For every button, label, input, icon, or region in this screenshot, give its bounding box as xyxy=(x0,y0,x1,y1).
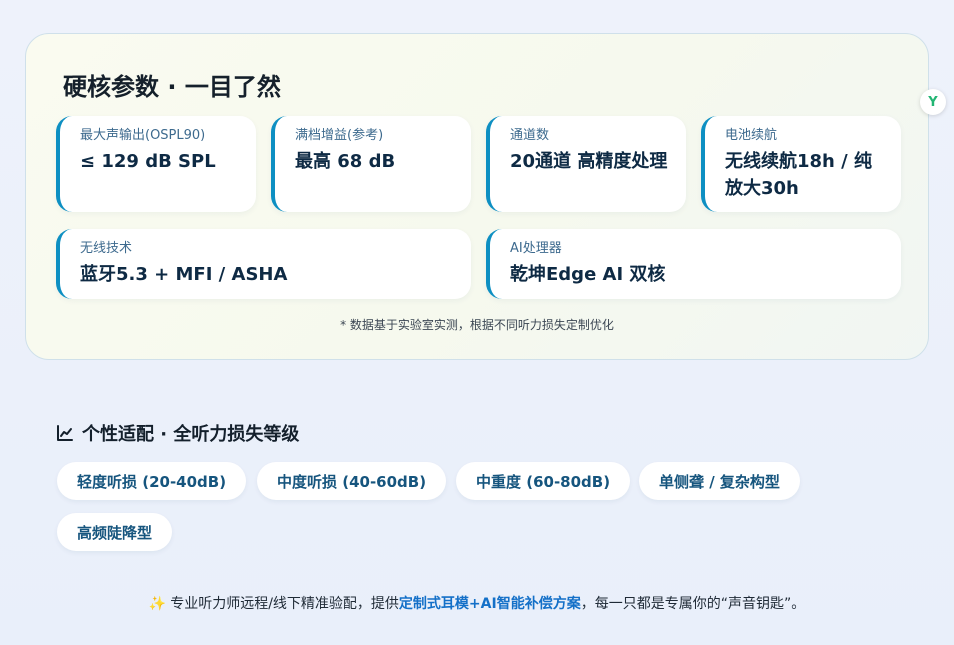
spec-card-channels: 通道数 20通道 高精度处理 xyxy=(486,116,686,212)
hearing-level-chip-moderate[interactable]: 中度听损 (40-60dB) xyxy=(257,462,447,500)
spec-card-value: 乾坤Edge AI 双核 xyxy=(510,264,666,285)
spec-card-value: 最高 68 dB xyxy=(295,151,396,172)
spec-card-wireless: 无线技术 蓝牙5.3 + MFI / ASHA xyxy=(56,229,471,299)
spec-card-label: 通道数 xyxy=(510,128,550,143)
brand-logo-icon: Y xyxy=(928,94,938,110)
spec-card-label: 最大声输出(OSPL90) xyxy=(80,128,206,143)
spec-card-max-output: 最大声输出(OSPL90) ≤ 129 dB SPL xyxy=(56,116,256,212)
spec-card-gain: 满档增益(参考) 最高 68 dB xyxy=(271,116,471,212)
spec-card-label: AI处理器 xyxy=(510,241,562,256)
note-suffix: ，每一只都是专属你的“声音钥匙”。 xyxy=(580,596,806,612)
hearing-level-chip-mild[interactable]: 轻度听损 (20-40dB) xyxy=(57,462,247,500)
fitting-title-text: 个性适配 · 全听力损失等级 xyxy=(82,424,300,445)
spec-card-label: 电池续航 xyxy=(725,128,778,143)
spec-card-value: 20通道 高精度处理 xyxy=(510,151,668,172)
hearing-level-chip-unilateral[interactable]: 单侧聋 / 复杂构型 xyxy=(639,462,800,500)
note-highlight: 定制式耳模+AI智能补偿方案 xyxy=(398,596,581,612)
spec-card-value: 无线续航18h / 纯放大30h xyxy=(725,151,872,199)
specs-panel: 硬核参数 · 一目了然 最大声输出(OSPL90) ≤ 129 dB SPL 满… xyxy=(25,33,929,360)
chart-line-icon xyxy=(57,425,73,441)
floating-helper-button[interactable]: Y xyxy=(920,89,946,115)
note-prefix: 专业听力师远程/线下精准验配，提供 xyxy=(170,596,399,612)
spec-card-ai-processor: AI处理器 乾坤Edge AI 双核 xyxy=(486,229,901,299)
sparkle-icon: ✨ xyxy=(148,596,167,612)
specs-footnote: * 数据基于实验室实测，根据不同听力损失定制优化 xyxy=(340,318,614,332)
spec-card-label: 无线技术 xyxy=(80,241,133,256)
fitting-service-note: ✨ 专业听力师远程/线下精准验配，提供定制式耳模+AI智能补偿方案，每一只都是专属… xyxy=(0,593,954,613)
hearing-level-chip-high-frequency[interactable]: 高频陡降型 xyxy=(57,513,173,551)
spec-card-battery: 电池续航 无线续航18h / 纯放大30h xyxy=(701,116,901,212)
spec-card-value: 蓝牙5.3 + MFI / ASHA xyxy=(80,264,288,285)
spec-card-value: ≤ 129 dB SPL xyxy=(80,151,216,172)
fitting-section-title: 个性适配 · 全听力损失等级 xyxy=(56,420,299,446)
spec-card-label: 满档增益(参考) xyxy=(295,128,384,143)
hearing-level-chip-moderately-severe[interactable]: 中重度 (60-80dB) xyxy=(456,462,631,500)
specs-title: 硬核参数 · 一目了然 xyxy=(63,73,281,101)
